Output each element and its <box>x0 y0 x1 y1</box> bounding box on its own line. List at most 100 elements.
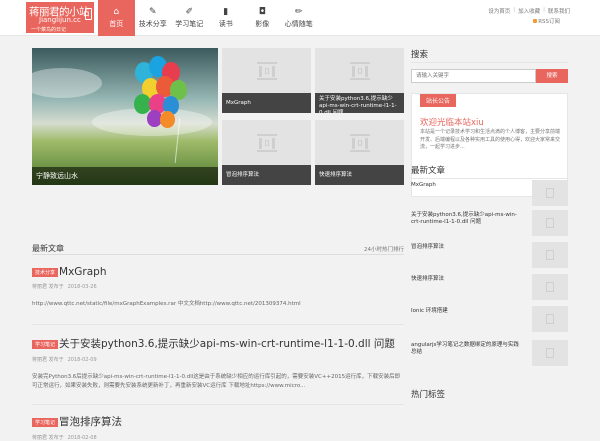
image-placeholder-icon[interactable] <box>532 180 568 206</box>
post-item: 技术分享 MxGraph 蒋丽君 发布于 2018-03-26 http://www… <box>32 266 404 325</box>
mobile-phone-icon[interactable] <box>85 8 92 20</box>
featured-thumb[interactable]: 冒泡排序算法 <box>222 120 311 185</box>
logo-domain: Jianglijun.cc <box>39 16 81 24</box>
nav-label: 心情随笔 <box>284 20 313 28</box>
nav-label: 影像 <box>255 20 270 28</box>
post-tag[interactable]: 技术分享 <box>32 267 59 277</box>
image-placeholder-icon <box>257 134 277 152</box>
section-title: 最新文章 <box>32 244 64 253</box>
nav-essay[interactable]: ✏ 心情随笔 <box>281 0 318 36</box>
post-tag[interactable]: 学习笔记 <box>32 339 59 349</box>
post-author: 蒋丽君 发布于 <box>32 435 64 441</box>
rss-label: RSS订阅 <box>538 19 560 25</box>
link-favorite[interactable]: 加入收藏 <box>518 7 540 15</box>
post-tag[interactable]: 学习笔记 <box>32 417 59 427</box>
bookmark-icon: ▮ <box>223 7 229 17</box>
bulletin-tag: 站长公告 <box>420 94 457 107</box>
home-icon: ⌂ <box>113 7 120 17</box>
post-author: 蒋丽君 发布于 <box>32 357 64 363</box>
sidebar-latest-text[interactable]: MxGraph <box>411 182 521 189</box>
post-title-text[interactable]: 冒泡排序算法 <box>59 416 122 428</box>
post-title-text[interactable]: MxGraph <box>59 266 106 278</box>
sidebar: 搜索 搜索 站长公告 欢迎光临本站xiu 本站是一个记录技术学习和生活点滴的个人… <box>411 48 568 400</box>
edit-icon: ✎ <box>148 7 157 17</box>
nav-home[interactable]: ⌂ 首页 <box>98 0 135 36</box>
post-meta: 蒋丽君 发布于 2018-02-08 <box>32 434 404 441</box>
sidebar-latest-text[interactable]: 冒泡排序算法 <box>411 244 521 251</box>
nav-label: 学习笔记 <box>175 20 204 28</box>
post-date: 2018-02-09 <box>67 357 97 363</box>
bulletin-name[interactable]: 欢迎光临本站xiu <box>420 116 484 128</box>
thumb-caption: MxGraph <box>222 93 311 113</box>
post-excerpt: 安装完Python3.6后提示缺少api-ms-win-crt-runtime-… <box>32 374 401 389</box>
divider: | <box>513 7 516 13</box>
post-title[interactable]: 学习笔记 关于安装python3.6,提示缺少api-ms-win-crt-run… <box>32 336 404 351</box>
sidebar-latest-item[interactable]: 快速排序算法 <box>411 274 568 300</box>
nav-tech[interactable]: ✎ 技术分享 <box>135 0 172 36</box>
featured-hero[interactable]: 宁静致远山水 <box>32 48 218 185</box>
image-placeholder-icon <box>350 134 370 152</box>
image-placeholder-icon[interactable] <box>532 274 568 300</box>
nav-reading[interactable]: ▮ 读书 <box>208 0 245 36</box>
link-set-home[interactable]: 设为首页 <box>488 7 510 15</box>
sidebar-latest-text[interactable]: Ionic 环境搭建 <box>411 308 521 315</box>
image-placeholder-icon <box>350 62 370 80</box>
pen-icon: ✏ <box>294 7 303 17</box>
sidebar-latest-item[interactable]: MxGraph <box>411 180 568 206</box>
sidebar-latest-item[interactable]: Ionic 环境搭建 <box>411 306 568 332</box>
post-date: 2018-02-08 <box>67 435 97 441</box>
sidebar-tags-title: 热门标签 <box>411 390 446 400</box>
post-date: 2018-03-26 <box>67 284 97 290</box>
image-placeholder-icon[interactable] <box>532 306 568 332</box>
hero-caption: 宁静致远山水 <box>32 167 218 185</box>
featured-thumb[interactable]: 快速排序算法 <box>315 120 404 185</box>
image-placeholder-icon[interactable] <box>532 242 568 268</box>
rss-link[interactable]: RSS订阅 <box>533 17 560 25</box>
divider: | <box>543 7 545 13</box>
nav-label: 读书 <box>218 20 233 28</box>
sidebar-latest-text[interactable]: 快速排序算法 <box>411 276 521 283</box>
site-logo[interactable]: 蒋丽君的小站 Jianglijun.cc 一个菜鸟的日记 <box>26 2 94 33</box>
divider <box>32 404 404 405</box>
hot-rank-link[interactable]: 24小时热门排行 <box>364 245 404 253</box>
image-placeholder-icon[interactable] <box>532 210 568 236</box>
image-placeholder-icon <box>257 62 277 80</box>
main-nav: ⌂ 首页 ✎ 技术分享 ✐ 学习笔记 ▮ 读书 ◘ 影像 ✏ 心情随笔 <box>98 0 317 36</box>
top-links: 设为首页 | 加入收藏 | 联系我们 <box>488 7 570 15</box>
latest-posts-header: 最新文章 24小时热门排行 <box>32 243 404 255</box>
search-input[interactable] <box>411 69 536 83</box>
cloud <box>32 68 102 98</box>
sidebar-latest-item[interactable]: 冒泡排序算法 <box>411 242 568 268</box>
search-box: 搜索 <box>411 69 568 83</box>
main-content: 宁静致远山水 MxGraph 关于安装python3.6,提示缺少api-ms-… <box>32 48 404 441</box>
thumb-caption: 快速排序算法 <box>315 165 404 185</box>
sidebar-latest-text[interactable]: 关于安装python3.6,提示缺少api-ms-win-crt-runtime… <box>411 212 521 226</box>
thumb-caption: 冒泡排序算法 <box>222 165 311 185</box>
image-placeholder-icon[interactable] <box>532 340 568 366</box>
sidebar-latest-item[interactable]: angularjs学习笔记之数据绑定的原理与实践总结 <box>411 340 568 366</box>
nav-label: 首页 <box>109 20 124 28</box>
rss-icon <box>533 19 538 23</box>
featured-thumb[interactable]: 关于安装python3.6,提示缺少api-ms-win-crt-runtime… <box>315 48 404 113</box>
sidebar-latest-text[interactable]: angularjs学习笔记之数据绑定的原理与实践总结 <box>411 342 521 356</box>
sidebar-latest-title: 最新文章 <box>411 164 568 179</box>
nav-notes[interactable]: ✐ 学习笔记 <box>171 0 208 36</box>
post-author: 蒋丽君 发布于 <box>32 284 64 290</box>
logo-slogan: 一个菜鸟的日记 <box>31 27 67 33</box>
balloon <box>160 111 175 128</box>
camera-icon: ◘ <box>258 7 266 17</box>
thumb-caption: 关于安装python3.6,提示缺少api-ms-win-crt-runtime… <box>315 93 404 113</box>
divider <box>32 324 404 325</box>
sidebar-latest-item[interactable]: 关于安装python3.6,提示缺少api-ms-win-crt-runtime… <box>411 210 568 236</box>
note-icon: ✐ <box>185 7 194 17</box>
featured-thumb[interactable]: MxGraph <box>222 48 311 113</box>
link-contact[interactable]: 联系我们 <box>548 7 570 15</box>
post-title[interactable]: 技术分享 MxGraph <box>32 266 404 278</box>
search-button[interactable]: 搜索 <box>536 69 568 83</box>
post-title-text[interactable]: 关于安装python3.6,提示缺少api-ms-win-crt-runtime… <box>59 338 395 350</box>
nav-label: 技术分享 <box>138 20 167 28</box>
search-title: 搜索 <box>411 48 568 63</box>
site-header: 蒋丽君的小站 Jianglijun.cc 一个菜鸟的日记 ⌂ 首页 ✎ 技术分享… <box>0 0 600 36</box>
post-title[interactable]: 学习笔记 冒泡排序算法 <box>32 414 404 429</box>
nav-photo[interactable]: ◘ 影像 <box>244 0 281 36</box>
